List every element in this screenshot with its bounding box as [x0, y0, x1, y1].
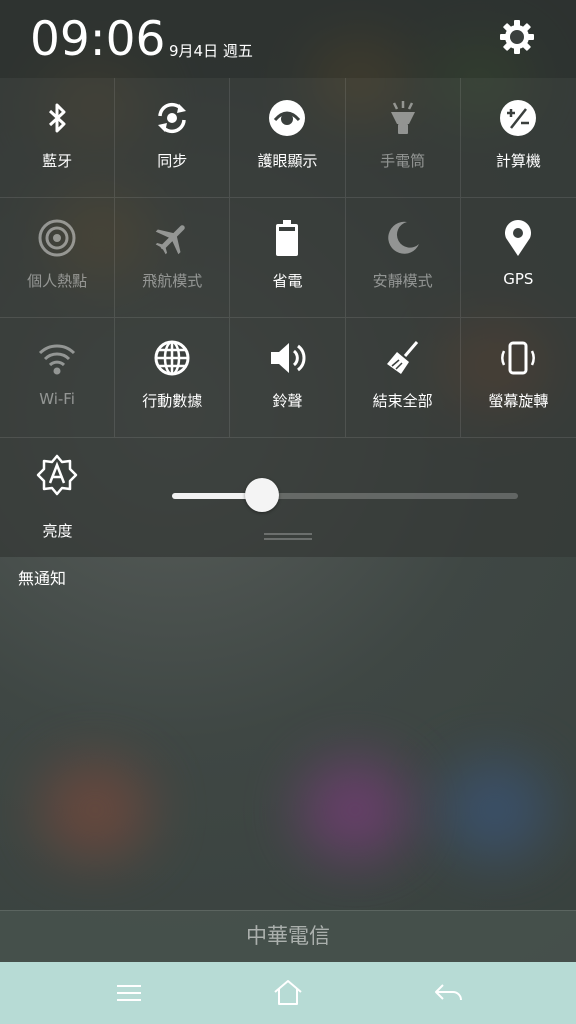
tile-screen-rotation[interactable]: 螢幕旋轉 [460, 318, 576, 438]
background-blur [300, 760, 410, 860]
background-blur [40, 760, 150, 860]
tile-power-saving[interactable]: 省電 [230, 198, 346, 318]
flashlight-icon [390, 101, 415, 134]
moon-icon [387, 221, 419, 254]
eye-icon [269, 100, 306, 136]
tile-calculator[interactable]: 計算機 [460, 78, 576, 198]
tile-label: 結束全部 [372, 392, 433, 410]
carrier-label: 中華電信 [0, 910, 576, 963]
panel-drag-handle[interactable] [264, 533, 312, 541]
broom-icon [386, 341, 418, 374]
tile-label: Wi-Fi [39, 390, 75, 408]
speaker-icon [271, 343, 306, 373]
tile-label: 計算機 [495, 152, 541, 170]
status-header: 09:06 9月4日 週五 [0, 0, 576, 78]
brightness-label: 亮度 [42, 522, 73, 540]
tile-label: 護眼顯示 [257, 152, 318, 170]
airplane-icon [156, 225, 186, 255]
tile-label: 行動數據 [142, 392, 203, 410]
tile-label: 安靜模式 [372, 272, 433, 290]
battery-icon [276, 220, 299, 256]
calculator-icon [500, 100, 537, 136]
tile-flashlight[interactable]: 手電筒 [345, 78, 461, 198]
wifi-icon [39, 344, 76, 375]
tile-bluetooth[interactable]: 藍牙 [0, 78, 116, 198]
rotate-phone-icon [501, 341, 536, 375]
tile-mobile-data[interactable]: 行動數據 [115, 318, 231, 438]
bluetooth-icon [49, 103, 66, 133]
gear-icon[interactable] [497, 17, 537, 57]
tile-label: 省電 [272, 272, 303, 290]
sync-icon [158, 102, 187, 134]
tile-clear-all[interactable]: 結束全部 [345, 318, 461, 438]
home-icon[interactable] [271, 977, 305, 1009]
auto-brightness-icon[interactable] [36, 454, 78, 496]
tile-label: 鈴聲 [272, 392, 303, 410]
tile-label: 手電筒 [380, 152, 426, 170]
tile-ringtone[interactable]: 鈴聲 [230, 318, 346, 438]
tile-label: 藍牙 [42, 152, 73, 170]
tile-label: GPS [503, 270, 534, 288]
tile-sync[interactable]: 同步 [115, 78, 231, 198]
tile-quiet-mode[interactable]: 安靜模式 [345, 198, 461, 318]
no-notifications-text: 無通知 [18, 569, 67, 588]
tile-label: 同步 [157, 152, 188, 170]
quick-settings-panel: 藍牙 同步 護眼顯示 手電筒 計算機 個人熱點 飛航模式 省電 安靜模式 GPS… [0, 78, 576, 557]
brightness-slider[interactable] [172, 478, 518, 512]
tile-eye-care[interactable]: 護眼顯示 [230, 78, 346, 198]
clock: 09:06 [30, 12, 166, 67]
quick-settings-grid: 藍牙 同步 護眼顯示 手電筒 計算機 個人熱點 飛航模式 省電 安靜模式 GPS… [0, 78, 576, 438]
brightness-row: 亮度 [0, 438, 576, 557]
tile-label: 飛航模式 [142, 272, 203, 290]
tile-gps[interactable]: GPS [460, 198, 576, 318]
hotspot-icon [38, 219, 76, 257]
brightness-slider-thumb[interactable] [244, 478, 279, 512]
menu-icon[interactable] [112, 977, 146, 1009]
globe-icon [154, 340, 190, 376]
tile-hotspot[interactable]: 個人熱點 [0, 198, 116, 318]
tile-airplane[interactable]: 飛航模式 [115, 198, 231, 318]
back-icon[interactable] [431, 977, 465, 1009]
location-pin-icon [505, 220, 532, 256]
background-blur [440, 760, 550, 860]
tile-label: 螢幕旋轉 [488, 392, 549, 410]
tile-wifi[interactable]: Wi-Fi [0, 318, 116, 438]
tile-label: 個人熱點 [27, 272, 88, 290]
navigation-bar [0, 962, 576, 1024]
date-label: 9月4日 週五 [169, 42, 253, 60]
